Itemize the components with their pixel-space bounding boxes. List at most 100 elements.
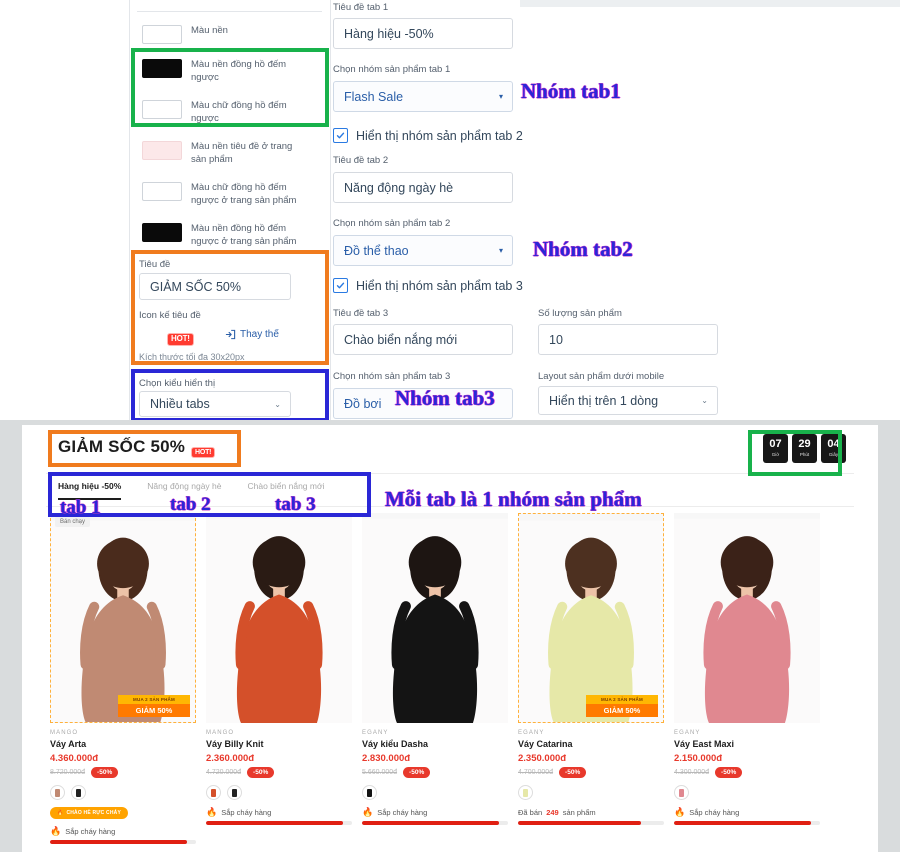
- variant-swatches[interactable]: [362, 785, 508, 800]
- promo-badge: MUA 2 SẢN PHẨM GIẢM 50%: [118, 695, 190, 717]
- product-image[interactable]: Bán chạy MUA 2 SẢN PHẨM GIẢM 50%: [50, 513, 196, 723]
- product-grid: Bán chạy MUA 2 SẢN PHẨM GIẢM 50% MANGO Váy A…: [46, 513, 856, 844]
- product-image[interactable]: [674, 513, 820, 723]
- tab1-group-value: Flash Sale: [344, 89, 404, 104]
- sold-status: 🔥 Sắp cháy hàng: [50, 826, 196, 837]
- title-label: Tiêu đề: [139, 259, 171, 270]
- product-card[interactable]: MANGO Váy Billy Knit 2.360.000đ 4.720.000đ -…: [202, 513, 356, 844]
- replace-icon-button[interactable]: Thay thế: [225, 329, 279, 340]
- variant-swatch[interactable]: [227, 785, 242, 800]
- tab2-group-value: Đồ thể thao: [344, 243, 409, 258]
- countdown-minutes: 29 Phút: [792, 434, 817, 463]
- color-row-title-bg-product-page[interactable]: Màu nền tiêu đề ở trang sản phẩm: [142, 140, 301, 166]
- product-name[interactable]: Váy Arta: [50, 739, 196, 749]
- color-row-countdown-text-product-page[interactable]: Màu chữ đồng hồ đếm ngược ở trang sản ph…: [142, 181, 301, 207]
- variant-swatch[interactable]: [50, 785, 65, 800]
- promo-badge-bottom: GIẢM 50%: [118, 704, 190, 717]
- variant-swatch[interactable]: [674, 785, 689, 800]
- product-image[interactable]: [362, 513, 508, 723]
- promo-badge-bottom: GIẢM 50%: [586, 704, 658, 717]
- color-row-background[interactable]: Màu nền: [142, 24, 228, 44]
- title-input[interactable]: GIẢM SỐC 50%: [139, 273, 291, 300]
- flame-icon: 🔥: [206, 807, 218, 817]
- annotation-nhom-tab2: Nhóm tab2: [533, 237, 633, 261]
- variant-swatch[interactable]: [518, 785, 533, 800]
- variant-swatches[interactable]: [50, 785, 196, 800]
- product-discount-badge: -50%: [559, 767, 587, 778]
- sold-suffix: sản phẩm: [562, 808, 596, 817]
- variant-swatch[interactable]: [362, 785, 377, 800]
- promo-badge-top: MUA 2 SẢN PHẨM: [586, 695, 658, 704]
- tab1-group-select[interactable]: Flash Sale ▾: [333, 81, 513, 112]
- variant-swatches[interactable]: [674, 785, 820, 800]
- tab2-group-label: Chọn nhóm sản phẩm tab 2: [333, 218, 451, 229]
- show-tab3-checkbox-row[interactable]: Hiển thị nhóm sản phẩm tab 3: [333, 278, 523, 293]
- tab3-group-label: Chọn nhóm sản phẩm tab 3: [333, 371, 451, 382]
- color-swatch[interactable]: [142, 182, 182, 201]
- quantity-input[interactable]: 10: [538, 324, 718, 355]
- product-old-price: 4.700.000đ: [518, 769, 554, 776]
- product-card[interactable]: EGANY Váy kiểu Dasha 2.830.000đ 5.660.000đ -…: [358, 513, 512, 844]
- color-row-countdown-bg[interactable]: Màu nền đồng hồ đếm ngược: [142, 58, 301, 84]
- preview-separator: [46, 473, 854, 474]
- mobile-layout-value: Hiển thị trên 1 dòng: [549, 393, 659, 408]
- display-mode-value: Nhiều tabs: [150, 397, 210, 411]
- variant-swatches[interactable]: [518, 785, 664, 800]
- checkbox-checked-icon[interactable]: [333, 128, 348, 143]
- tab2-title-input[interactable]: Năng động ngày hè: [333, 172, 513, 203]
- stock-progress-bar: [674, 821, 820, 825]
- color-row-countdown-bg-product-page[interactable]: Màu nền đồng hồ đếm ngược ở trang sản ph…: [142, 222, 301, 248]
- product-name[interactable]: Váy East Maxi: [674, 739, 820, 749]
- product-card[interactable]: Bán chạy MUA 2 SẢN PHẨM GIẢM 50% MANGO Váy A…: [46, 513, 200, 844]
- quantity-label: Số lượng sản phẩm: [538, 308, 622, 319]
- product-card[interactable]: EGANY Váy East Maxi 2.150.000đ 4.300.000đ -5…: [670, 513, 824, 844]
- variant-swatch[interactable]: [71, 785, 86, 800]
- flame-icon: 🔥: [50, 826, 62, 836]
- product-name[interactable]: Váy Catarina: [518, 739, 664, 749]
- checkbox-checked-icon[interactable]: [333, 278, 348, 293]
- sold-label: Sắp cháy hàng: [689, 808, 740, 817]
- color-swatch[interactable]: [142, 59, 182, 78]
- product-discount-badge: -50%: [715, 767, 743, 778]
- annotation-tab-2: tab 2: [170, 494, 211, 515]
- stock-progress-bar: [362, 821, 508, 825]
- icon-label: Icon kế tiêu đề: [139, 310, 201, 321]
- tab1-title-input[interactable]: Hàng hiệu -50%: [333, 18, 513, 49]
- chevron-down-icon: ▾: [498, 92, 503, 101]
- color-swatch[interactable]: [142, 100, 182, 119]
- product-image[interactable]: MUA 2 SẢN PHẨM GIẢM 50%: [518, 513, 664, 723]
- show-tab2-checkbox-row[interactable]: Hiển thị nhóm sản phẩm tab 2: [333, 128, 523, 143]
- tab3-title-input[interactable]: Chào biển nắng mới: [333, 324, 513, 355]
- product-price-row: 4.300.000đ -50%: [674, 767, 820, 778]
- color-swatch[interactable]: [142, 25, 182, 44]
- product-discount-badge: -50%: [403, 767, 431, 778]
- product-price: 2.150.000đ: [674, 753, 723, 764]
- mobile-layout-select[interactable]: Hiển thị trên 1 dòng ⌄: [538, 386, 718, 415]
- stock-progress-bar: [518, 821, 664, 825]
- product-price: 2.360.000đ: [206, 753, 255, 764]
- chevron-down-icon: ⌄: [701, 396, 708, 405]
- product-price: 4.360.000đ: [50, 753, 99, 764]
- product-name[interactable]: Váy kiểu Dasha: [362, 739, 508, 749]
- sold-label: Sắp cháy hàng: [377, 808, 428, 817]
- product-discount-badge: -50%: [91, 767, 119, 778]
- variant-swatch[interactable]: [206, 785, 221, 800]
- tab2-group-select[interactable]: Đồ thể thao ▾: [333, 235, 513, 266]
- tab3-title-label: Tiêu đề tab 3: [333, 308, 389, 319]
- chevron-down-icon: ⌄: [274, 399, 281, 409]
- color-label: Màu nền đồng hồ đếm ngược: [191, 59, 287, 83]
- color-row-countdown-text[interactable]: Màu chữ đồng hồ đếm ngược: [142, 99, 301, 125]
- section-rule: [137, 11, 322, 12]
- variant-swatches[interactable]: [206, 785, 352, 800]
- hot-icon[interactable]: HOT!: [167, 328, 194, 346]
- product-image[interactable]: [206, 513, 352, 723]
- product-price-row: 4.700.000đ -50%: [518, 767, 664, 778]
- product-card[interactable]: MUA 2 SẢN PHẨM GIẢM 50% EGANY Váy Catarina 2…: [514, 513, 668, 844]
- bestseller-badge: Bán chạy: [55, 517, 91, 527]
- display-mode-select[interactable]: Nhiều tabs ⌄: [139, 391, 291, 417]
- product-name[interactable]: Váy Billy Knit: [206, 739, 352, 749]
- product-old-price: 4.720.000đ: [206, 769, 242, 776]
- color-swatch[interactable]: [142, 223, 182, 242]
- color-swatch[interactable]: [142, 141, 182, 160]
- annotation-nhom-tab1: Nhóm tab1: [521, 79, 621, 103]
